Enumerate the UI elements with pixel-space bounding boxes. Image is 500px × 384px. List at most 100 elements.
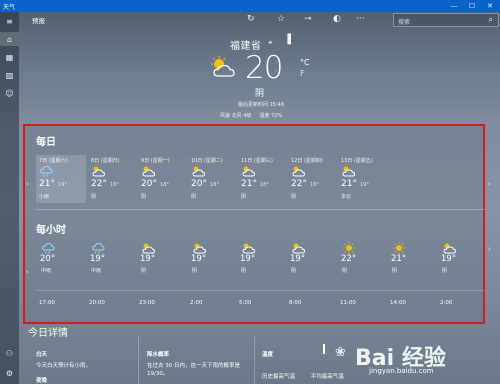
daily-forecast-card[interactable]: 13日 (星期五) 21° 19° 多云	[338, 155, 388, 203]
hour-time: 23:00	[139, 300, 155, 306]
minimize-button[interactable]: —	[446, 0, 462, 12]
hour-time: 5:00	[239, 300, 252, 306]
daily-forecast-card[interactable]: 8日 (星期日) 22° 18° 阴	[88, 155, 138, 203]
life-index-icon[interactable]: ☺	[0, 86, 19, 100]
hour-temp: 19°	[240, 254, 256, 264]
day-low-temp: 18°	[260, 182, 269, 188]
current-temperature: 20	[245, 50, 283, 86]
partly-cloudy-icon	[443, 243, 456, 254]
hourly-forecast-item: 21° 阴	[390, 242, 430, 278]
daily-forecast-card[interactable]: 9日 (星期一) 20° 18° 阴	[138, 155, 188, 203]
sidebar: ≡ ⌂ ▦ ▨ ☺ ⚇ ⚙	[0, 12, 19, 384]
hour-time: 14:00	[390, 300, 406, 306]
hist-high: 历史最高气温	[262, 374, 296, 380]
hour-condition: 阴	[192, 268, 198, 274]
partly-cloudy-icon	[92, 166, 105, 177]
hourly-next-arrow[interactable]: ›	[488, 245, 491, 253]
partly-cloudy-icon	[242, 166, 255, 177]
partly-cloudy-icon	[193, 243, 206, 254]
hourly-forecast-item: 19° 阴	[139, 242, 179, 278]
partly-cloudy-icon	[211, 56, 235, 77]
hour-time: 8:00	[289, 300, 302, 306]
hour-time: 2:00	[190, 300, 203, 306]
avg-high: 平均最高气温	[310, 374, 344, 380]
map-icon[interactable]: ▦	[0, 50, 19, 64]
more-icon[interactable]: ···	[356, 14, 365, 24]
hourly-forecast-item: 22° 阴	[340, 242, 380, 278]
pin-icon[interactable]: ⊸	[304, 14, 312, 24]
section-divider	[35, 209, 485, 210]
day-date: 10日 (星期二)	[191, 158, 223, 164]
daily-next-arrow[interactable]: ›	[488, 180, 491, 188]
day-date: 13日 (星期五)	[341, 158, 373, 164]
daily-section-title: 每日	[36, 137, 56, 148]
hourly-forecast-item: 19° 阴	[440, 242, 480, 278]
day-date: 7日 (星期六)	[39, 158, 68, 164]
day-low-temp: 18°	[210, 182, 219, 188]
day-condition: 阴	[91, 194, 97, 200]
maximize-button[interactable]: ☐	[464, 0, 480, 12]
hourly-forecast-item: 20° 中雨	[39, 242, 79, 278]
theme-icon[interactable]: ◐	[333, 14, 341, 24]
hourly-forecast-item: 19° 阴	[190, 242, 230, 278]
hour-temp: 21°	[391, 254, 407, 264]
partly-cloudy-icon	[292, 243, 305, 254]
fahrenheit-toggle[interactable]: F	[300, 69, 305, 78]
forecast-highlight-box	[23, 124, 485, 324]
partly-cloudy-icon	[292, 166, 305, 177]
partly-cloudy-icon	[342, 166, 355, 177]
hourly-forecast-item: 19° 阴	[289, 242, 329, 278]
hour-temp: 19°	[140, 254, 156, 264]
humidity-stat: 湿度 72%	[259, 113, 283, 119]
wind-stat: 风速 北风 4级	[220, 113, 252, 119]
details-section-title: 今日详情	[28, 328, 68, 339]
hour-time: 17:00	[39, 300, 55, 306]
day-high-temp: 21°	[241, 179, 257, 189]
hour-condition: 中雨	[91, 268, 102, 274]
hamburger-menu-icon[interactable]: ≡	[0, 14, 19, 28]
hour-temp: 22°	[341, 254, 357, 264]
day-condition: 阴	[191, 194, 197, 200]
partly-cloudy-icon	[192, 166, 205, 177]
baidu-paw-logo: ❀	[335, 345, 346, 360]
daily-forecast-card[interactable]: 7日 (星期六) 21° 19° 小雨	[36, 155, 86, 203]
day-date: 9日 (星期一)	[141, 158, 170, 164]
search-input[interactable]: 搜索 ⌕	[393, 13, 499, 27]
hourly-forecast-item: 19° 中雨	[89, 242, 129, 278]
close-button[interactable]: ✕	[482, 0, 498, 12]
partly-cloudy-icon	[242, 243, 255, 254]
day-detail-card: 白天 今天白天预计有小雨。 夜晚	[36, 350, 91, 384]
sun-icon	[343, 242, 355, 254]
home-icon[interactable]: ⌂	[0, 32, 19, 46]
hourly-section-title: 每小时	[36, 225, 66, 236]
search-icon[interactable]: ⌕	[489, 15, 493, 25]
toolbar: 预报 ↻ ☆ ⊸ ◐ ··· 搜索 ⌕	[19, 12, 500, 28]
hourly-prev-arrow[interactable]: ‹	[26, 268, 29, 276]
settings-icon[interactable]: ⚙	[0, 366, 19, 380]
favorite-icon[interactable]: ☆	[277, 14, 285, 24]
daily-forecast-card[interactable]: 10日 (星期二) 20° 18° 阴	[188, 155, 238, 203]
historical-icon[interactable]: ▨	[0, 68, 19, 82]
hour-time: 11:00	[340, 300, 356, 306]
daily-forecast-card[interactable]: 11日 (星期三) 21° 18° 阴	[238, 155, 288, 203]
bookmark-icon[interactable]: ▐	[284, 35, 291, 45]
day-high-temp: 22°	[91, 179, 107, 189]
detail-divider	[254, 336, 255, 384]
day-date: 8日 (星期日)	[91, 158, 120, 164]
refresh-icon[interactable]: ↻	[247, 14, 255, 24]
hour-condition: 阴	[141, 268, 147, 274]
hour-temp: 19°	[191, 254, 207, 264]
account-icon[interactable]: ⚇	[0, 346, 19, 360]
hour-condition: 阴	[392, 268, 398, 274]
day-high-temp: 20°	[191, 179, 207, 189]
hour-temp: 19°	[290, 254, 306, 264]
day-high-temp: 20°	[141, 179, 157, 189]
daily-forecast-card[interactable]: 12日 (星期四) 22° 18° 阴	[288, 155, 338, 203]
precip-text: 在过去 30 日内，这一天下雨的概率是 19/30。	[147, 363, 240, 377]
location-icon[interactable]: ⌖	[268, 38, 273, 48]
window-title: 天气	[3, 3, 16, 11]
page-title: 预报	[32, 17, 45, 25]
night-label: 夜晚	[36, 378, 48, 384]
celsius-toggle[interactable]: °C	[300, 58, 310, 67]
daily-prev-arrow[interactable]: ‹	[26, 180, 29, 188]
